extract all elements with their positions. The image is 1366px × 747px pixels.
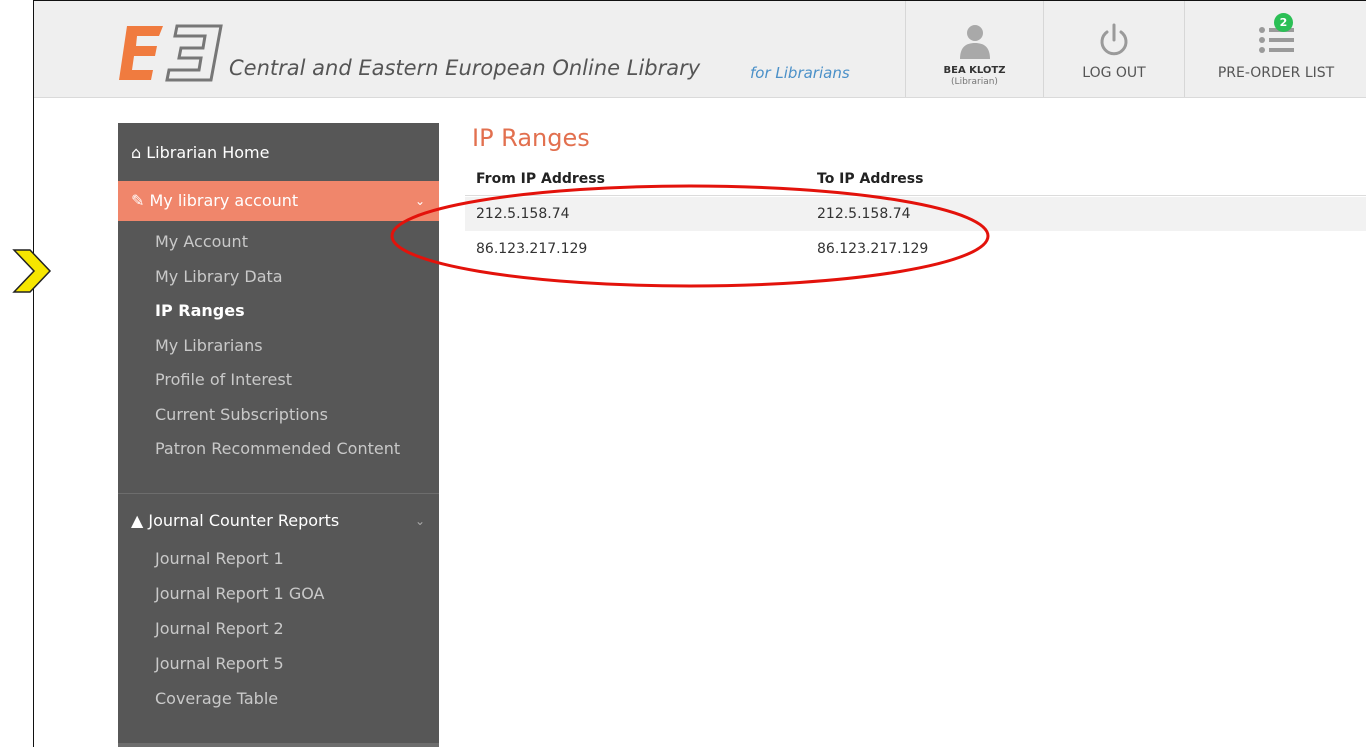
sidebar-item-my-librarians[interactable]: My Librarians — [155, 336, 263, 356]
site-title: Central and Eastern European Online Libr… — [229, 56, 701, 80]
sidebar-item-profile-of-interest[interactable]: Profile of Interest — [155, 370, 292, 390]
preorder-label: PRE-ORDER LIST — [1217, 65, 1335, 81]
user-menu-button[interactable]: BEA KLOTZ (Librarian) — [905, 1, 1043, 97]
sidebar-item-patron-recommended-content[interactable]: Patron Recommended Content — [155, 439, 400, 459]
pointer-arrow-icon — [12, 249, 52, 293]
sidebar-item-ip-ranges[interactable]: IP Ranges — [155, 301, 245, 321]
highlight-ellipse-annotation — [390, 184, 990, 288]
ceeol-logo[interactable] — [119, 18, 223, 88]
sidebar-section-journal-counter-reports[interactable]: ▲ Journal Counter Reports ⌄ — [118, 501, 439, 541]
user-avatar-icon — [959, 25, 990, 59]
edit-icon: ✎ — [131, 191, 145, 210]
preorder-list-button[interactable]: 2 PRE-ORDER LIST — [1184, 1, 1366, 97]
sidebar-divider — [118, 493, 439, 494]
frame-border-left — [33, 0, 34, 747]
sidebar-bottom-bar — [118, 743, 439, 747]
sidebar-item-journal-report-1-goa[interactable]: Journal Report 1 GOA — [155, 584, 324, 604]
sidebar-home-label: Librarian Home — [146, 143, 270, 162]
user-name: BEA KLOTZ — [943, 65, 1006, 76]
logout-label: LOG OUT — [1082, 65, 1146, 81]
area-chart-icon: ▲ — [131, 511, 144, 530]
sidebar-item-my-account[interactable]: My Account — [155, 232, 248, 252]
sidebar-section-label: My library account — [149, 191, 299, 210]
sidebar-journal-label: Journal Counter Reports — [148, 511, 340, 530]
logout-button[interactable]: LOG OUT — [1043, 1, 1184, 97]
sidebar-item-my-library-data[interactable]: My Library Data — [155, 267, 283, 287]
sidebar-item-journal-report-5[interactable]: Journal Report 5 — [155, 654, 284, 674]
sidebar-item-journal-report-1[interactable]: Journal Report 1 — [155, 549, 284, 569]
page-title: IP Ranges — [472, 124, 590, 152]
sidebar-item-librarian-home[interactable]: ⌂ Librarian Home — [118, 133, 439, 173]
sidebar-item-journal-report-2[interactable]: Journal Report 2 — [155, 619, 284, 639]
sidebar-item-coverage-table[interactable]: Coverage Table — [155, 689, 278, 709]
site-subtitle: for Librarians — [750, 64, 850, 82]
chevron-down-icon: ⌄ — [414, 514, 425, 528]
power-icon — [1100, 23, 1128, 56]
sidebar-item-current-subscriptions[interactable]: Current Subscriptions — [155, 405, 328, 425]
home-icon: ⌂ — [131, 143, 142, 162]
user-role: (Librarian) — [951, 77, 998, 87]
preorder-count-badge: 2 — [1274, 13, 1293, 32]
